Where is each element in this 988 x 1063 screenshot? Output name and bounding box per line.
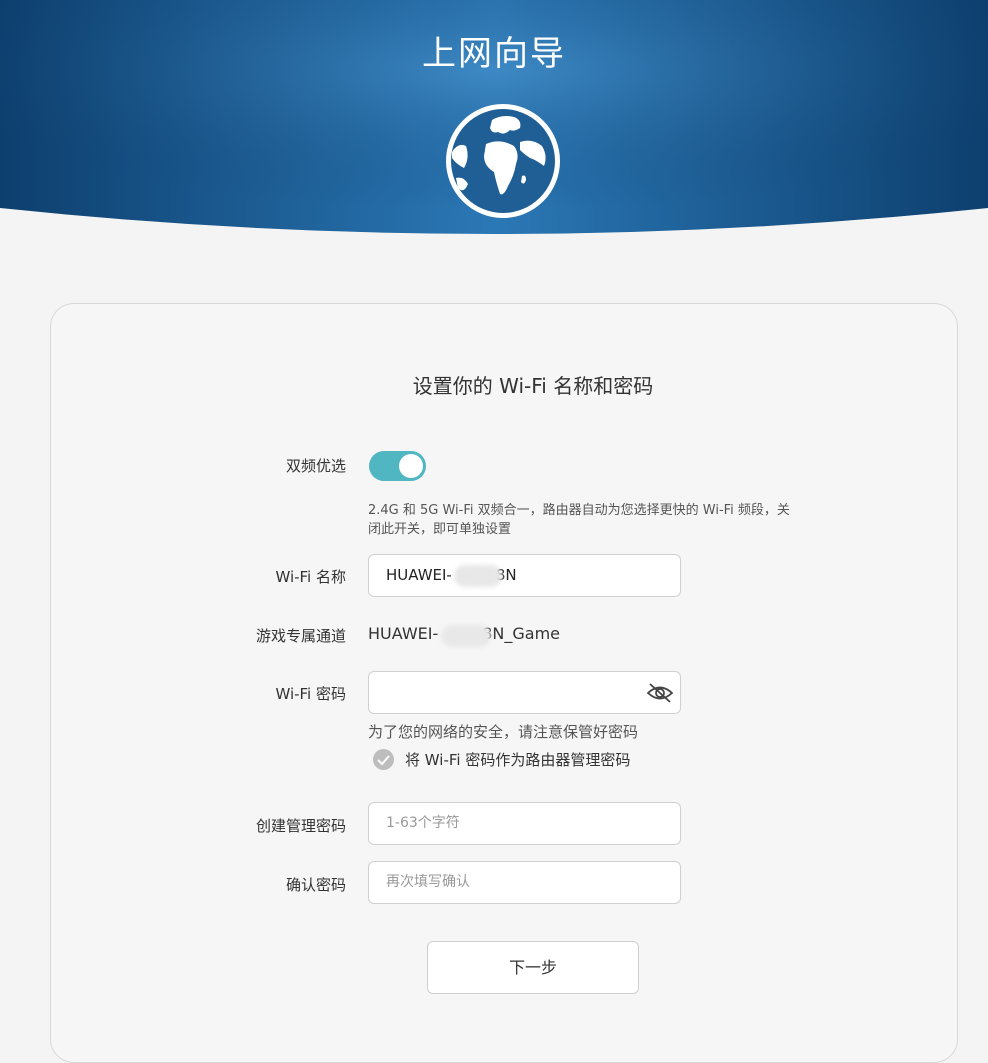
page-title: 上网向导 [422,34,566,74]
checkmark-icon [377,755,390,766]
use-as-admin-label[interactable]: 将 Wi-Fi 密码作为路由器管理密码 [405,749,630,770]
admin-password-input[interactable]: 1-63个字符 [368,802,681,845]
game-channel-prefix: HUAWEI- [368,624,439,643]
wifi-password-label: Wi-Fi 密码 [275,685,346,703]
globe-icon [446,104,560,218]
dual-band-label: 双频优选 [285,457,346,475]
wifi-name-label: Wi-Fi 名称 [275,568,346,586]
redaction-blur [454,565,502,587]
wifi-name-prefix: HUAWEI- [386,566,452,584]
next-button[interactable]: 下一步 [427,941,639,994]
dual-band-toggle[interactable] [369,451,426,481]
wizard-header: 上网向导 [0,0,988,260]
wifi-password-input[interactable] [368,671,681,714]
use-as-admin-checkbox[interactable] [373,749,394,770]
redaction-blur [441,625,491,647]
confirm-password-label: 确认密码 [285,876,346,894]
eye-hidden-icon[interactable] [645,681,675,705]
toggle-knob [399,454,423,478]
admin-password-label: 创建管理密码 [255,817,346,835]
dual-band-hint: 2.4G 和 5G Wi-Fi 双频合一，路由器自动为您选择更快的 Wi-Fi … [368,503,790,537]
form-title: 设置你的 Wi-Fi 名称和密码 [412,374,654,398]
game-channel-suffix: 8N_Game [482,624,561,643]
game-channel-label: 游戏专属通道 [255,627,346,645]
confirm-password-input[interactable]: 再次填写确认 [368,861,681,904]
password-hint: 为了您的网络的安全，请注意保管好密码 [368,723,639,741]
wifi-name-input[interactable]: HUAWEI- 8N [368,554,681,597]
